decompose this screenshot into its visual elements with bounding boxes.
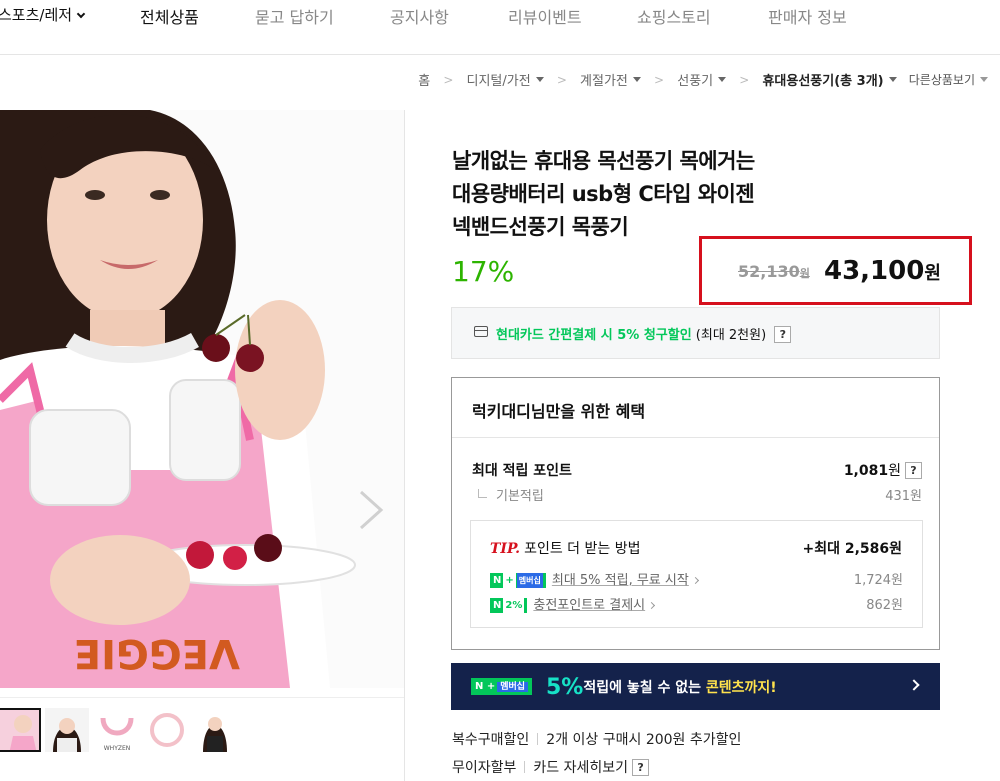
breadcrumb: 홈 > 디지털/가전 > 계절가전 > 선풍기 > 휴대용선풍기(총 3개) 다… — [418, 70, 988, 89]
card-promo-highlight: 현대카드 간편결제 시 5% 청구할인 — [496, 328, 692, 343]
chevron-right-icon — [908, 679, 920, 691]
naver-plus-badge: N + 멤버십 — [471, 678, 533, 695]
caret-down-icon — [980, 77, 988, 82]
max-points-row: 최대 적립 포인트 1,081원? — [472, 460, 922, 480]
title-line: 대용량배터리 usb형 C타입 와이젠 — [452, 182, 755, 206]
card-details-link[interactable]: 카드 자세히보기 — [533, 760, 628, 776]
chevron-right-icon — [648, 601, 656, 610]
svg-text:VEGGIE: VEGGIE — [74, 630, 240, 676]
next-image-arrow-icon[interactable] — [355, 488, 387, 532]
multi-buy-discount: 복수구매할인 2개 이상 구매시 200원 추가할인 — [452, 732, 742, 748]
caret-down-icon — [888, 77, 897, 82]
panel-divider — [404, 110, 405, 781]
breadcrumb-home[interactable]: 홈 — [418, 70, 430, 89]
thumbnail-2[interactable] — [45, 708, 89, 752]
naver-plus-badge: N + 멤버십 — [490, 573, 546, 588]
basic-points-row: 기본적립 431원 — [472, 485, 922, 504]
benefit-box: 럭키대디님만을 위한 혜택 최대 적립 포인트 1,081원? 기본적립 431… — [451, 377, 940, 650]
nav-review-event[interactable]: 리뷰이벤트 — [508, 4, 582, 28]
thumbnail-strip: WHYZEN — [0, 697, 405, 759]
help-icon[interactable]: ? — [774, 326, 792, 343]
benefit-title: 럭키대디님만을 위한 혜택 — [472, 402, 646, 421]
thumbnail-image — [193, 708, 237, 752]
product-page: 스포츠/레저 전체상품 묻고 답하기 공지사항 리뷰이벤트 쇼핑스토리 판매자 … — [0, 0, 1000, 781]
nav-all-products[interactable]: 전체상품 — [140, 4, 199, 28]
thumbnail-image: WHYZEN — [95, 708, 139, 752]
product-photo-illustration: VEGGIE — [0, 110, 405, 688]
thumbnail-brand-label: WHYZEN — [104, 745, 131, 752]
breadcrumb-separator: > — [556, 72, 567, 87]
price-highlight-box: 52,130원 43,100원 — [699, 236, 972, 305]
product-title: 날개없는 휴대용 목선풍기 목에거는 대용량배터리 usb형 C타입 와이젠 넥… — [452, 145, 922, 244]
thumbnail-4[interactable] — [145, 708, 189, 752]
membership-banner[interactable]: N + 멤버십 5%적립에 놓칠 수 없는 콘텐츠까지! — [451, 663, 940, 710]
nav-notice[interactable]: 공지사항 — [390, 4, 449, 28]
product-image[interactable]: VEGGIE — [0, 110, 405, 688]
membership-link[interactable]: 최대 5% 적립, 무료 시작 — [552, 573, 689, 588]
points-tip-box: TIP. 포인트 더 받는 방법 +최대 2,586원 N + 멤버십 최대 5% 적립… — [470, 520, 923, 628]
charge-point-link[interactable]: 충전포인트로 결제시 — [533, 598, 645, 613]
title-line: 날개없는 휴대용 목선풍기 목에거는 — [452, 149, 755, 173]
nav-shopping-story[interactable]: 쇼핑스토리 — [637, 4, 711, 28]
other-products-link[interactable]: 다른상품보기 — [909, 71, 988, 88]
help-icon[interactable]: ? — [632, 759, 650, 776]
nav-category-sports[interactable]: 스포츠/레저 — [0, 4, 86, 25]
thumbnail-image — [45, 708, 89, 752]
divider — [524, 761, 526, 773]
caret-down-icon — [535, 77, 544, 82]
thumbnail-image — [145, 708, 189, 752]
caret-down-icon — [718, 77, 727, 82]
tip-max-points: +최대 2,586원 — [802, 541, 902, 557]
nav-seller-info[interactable]: 판매자 정보 — [768, 4, 847, 28]
breadcrumb-separator: > — [654, 72, 665, 87]
card-promotion: 현대카드 간편결제 시 5% 청구할인 (최대 2천원) ? — [451, 307, 940, 359]
breadcrumb-seasonal[interactable]: 계절가전 — [580, 70, 641, 89]
thumbnail-3[interactable]: WHYZEN — [95, 708, 139, 752]
original-price: 52,130원 — [738, 262, 810, 281]
breadcrumb-fan[interactable]: 선풍기 — [677, 70, 727, 89]
help-icon[interactable]: ? — [905, 462, 922, 479]
divider — [537, 733, 539, 745]
credit-card-icon — [474, 326, 488, 337]
chevron-right-icon — [691, 576, 699, 585]
breadcrumb-separator: > — [443, 72, 454, 87]
membership-tip-row: N + 멤버십 최대 5% 적립, 무료 시작 1,724원 — [490, 569, 903, 588]
charge-point-tip-row: N 2% 충전포인트로 결제시 862원 — [490, 594, 903, 613]
caret-down-icon — [632, 77, 641, 82]
store-nav: 스포츠/레저 전체상품 묻고 답하기 공지사항 리뷰이벤트 쇼핑스토리 판매자 … — [0, 0, 1000, 55]
thumbnail-image — [0, 710, 39, 750]
sale-price: 43,100원 — [824, 256, 941, 286]
chevron-down-icon — [76, 9, 86, 19]
installment-info: 무이자할부 카드 자세히보기? — [452, 757, 650, 777]
breadcrumb-digital[interactable]: 디지털/가전 — [467, 70, 544, 89]
nav-qna[interactable]: 묻고 답하기 — [255, 4, 334, 28]
breadcrumb-separator: > — [739, 72, 750, 87]
thumbnail-1[interactable] — [0, 708, 41, 752]
thumbnail-5[interactable] — [193, 708, 237, 752]
breadcrumb-portable-fan[interactable]: 휴대용선풍기(총 3개) — [762, 70, 897, 89]
discount-rate: 17% — [452, 255, 515, 288]
naver-pay-badge: N 2% — [490, 598, 528, 613]
